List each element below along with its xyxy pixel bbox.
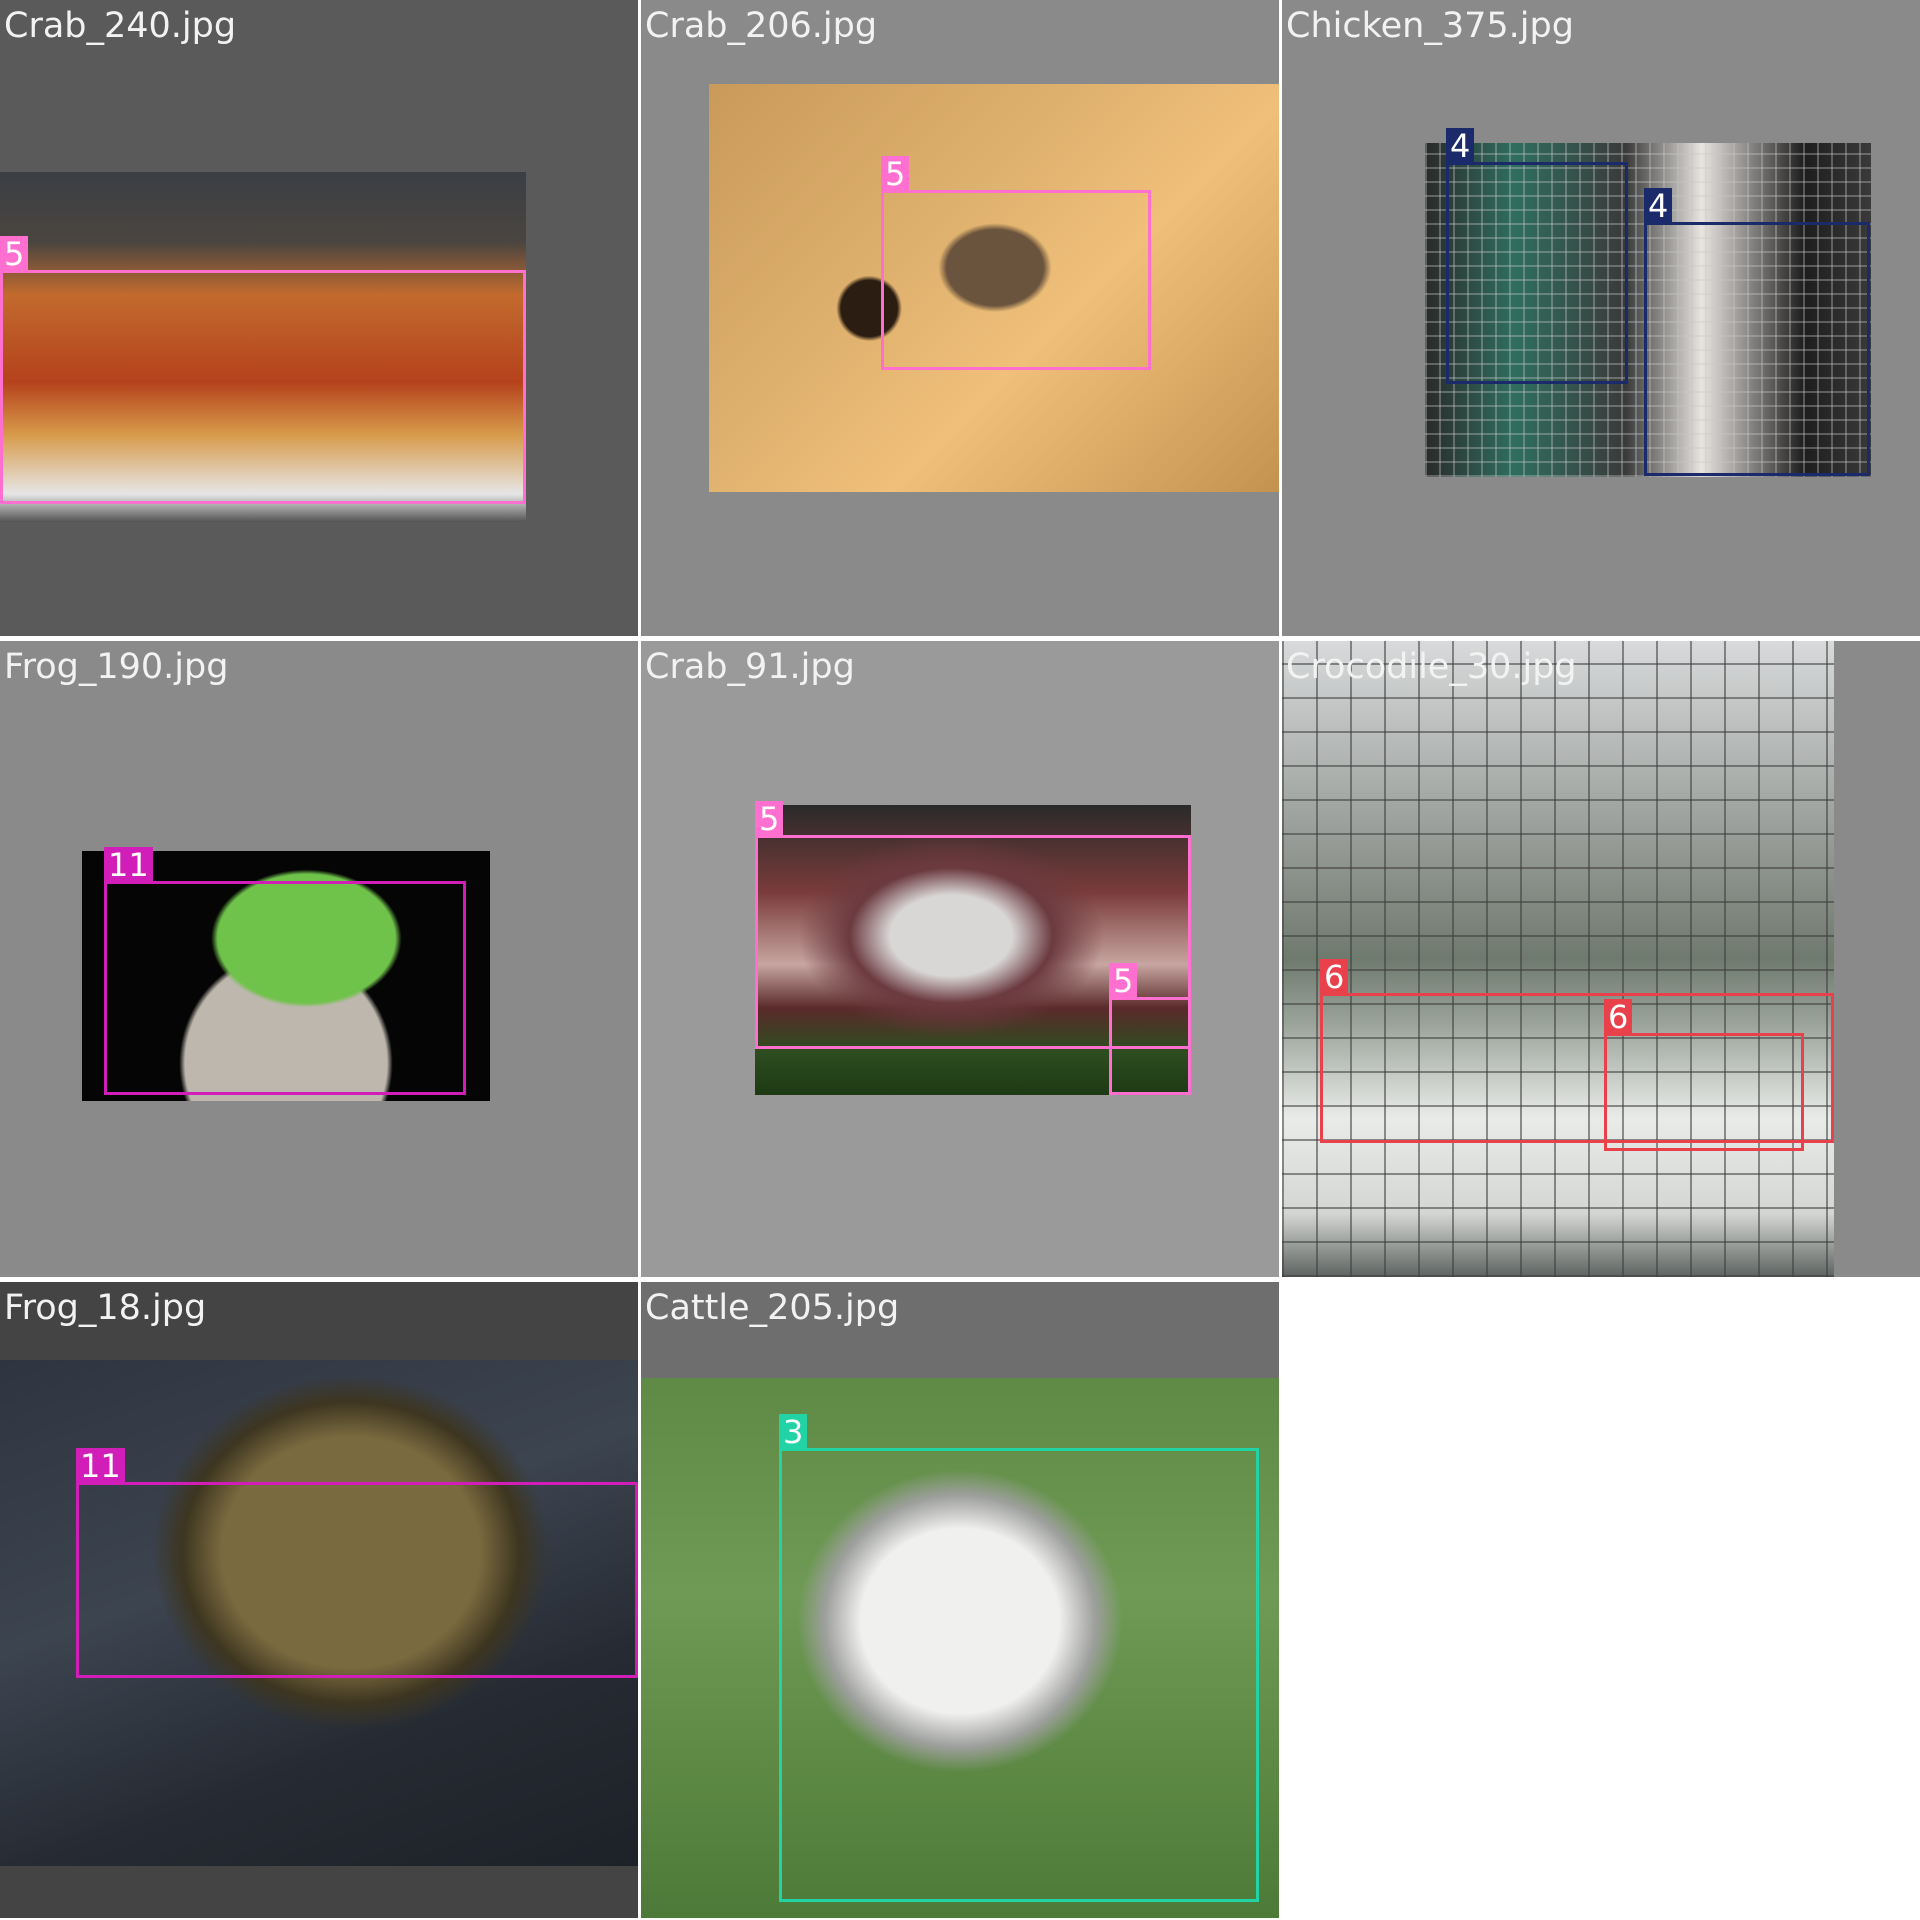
class-label: 5 <box>755 801 784 837</box>
class-label: 11 <box>76 1448 125 1484</box>
tile-filename: Crab_206.jpg <box>645 6 878 46</box>
tile-filename: Cattle_205.jpg <box>645 1288 900 1328</box>
tile-filename: Crocodile_30.jpg <box>1286 647 1577 687</box>
image-tile-crab-206[interactable]: Crab_206.jpg 5 <box>641 0 1279 636</box>
class-label: 6 <box>1320 959 1349 995</box>
image-tile-cattle-205[interactable]: Cattle_205.jpg 3 <box>641 1282 1279 1918</box>
class-label: 3 <box>779 1414 808 1450</box>
detection-box[interactable] <box>779 1448 1259 1902</box>
detection-box[interactable] <box>104 881 466 1095</box>
image-tile-frog-190[interactable]: Frog_190.jpg 11 <box>0 641 638 1277</box>
image-tile-crab-240[interactable]: Crab_240.jpg 5 <box>0 0 638 636</box>
class-label: 5 <box>0 236 29 272</box>
image-tile-chicken-375[interactable]: Chicken_375.jpg 4 4 <box>1282 0 1920 636</box>
detection-box[interactable] <box>1109 997 1191 1095</box>
class-label: 5 <box>1109 963 1138 999</box>
detection-box[interactable] <box>881 190 1151 370</box>
detection-box[interactable] <box>1644 222 1870 476</box>
tile-filename: Frog_18.jpg <box>4 1288 207 1328</box>
photo <box>1282 641 1834 1277</box>
tile-filename: Crab_91.jpg <box>645 647 855 687</box>
image-tile-crocodile-30[interactable]: Crocodile_30.jpg 6 6 <box>1282 641 1920 1277</box>
tile-filename: Crab_240.jpg <box>4 6 237 46</box>
detection-box[interactable] <box>1604 1033 1804 1151</box>
class-label: 4 <box>1644 188 1673 224</box>
image-tile-crab-91[interactable]: Crab_91.jpg 5 5 <box>641 641 1279 1277</box>
image-tile-frog-18[interactable]: Frog_18.jpg 11 <box>0 1282 638 1918</box>
class-label: 4 <box>1446 128 1475 164</box>
class-label: 5 <box>881 156 910 192</box>
tile-filename: Chicken_375.jpg <box>1286 6 1574 46</box>
detection-box[interactable] <box>1446 162 1628 384</box>
class-label: 6 <box>1604 999 1633 1035</box>
class-label: 11 <box>104 847 153 883</box>
detection-box[interactable] <box>0 270 526 504</box>
mosaic-grid: Crab_240.jpg 5 Crab_206.jpg 5 Chicken_37… <box>0 0 1920 1920</box>
tile-filename: Frog_190.jpg <box>4 647 229 687</box>
detection-box[interactable] <box>76 1482 638 1678</box>
